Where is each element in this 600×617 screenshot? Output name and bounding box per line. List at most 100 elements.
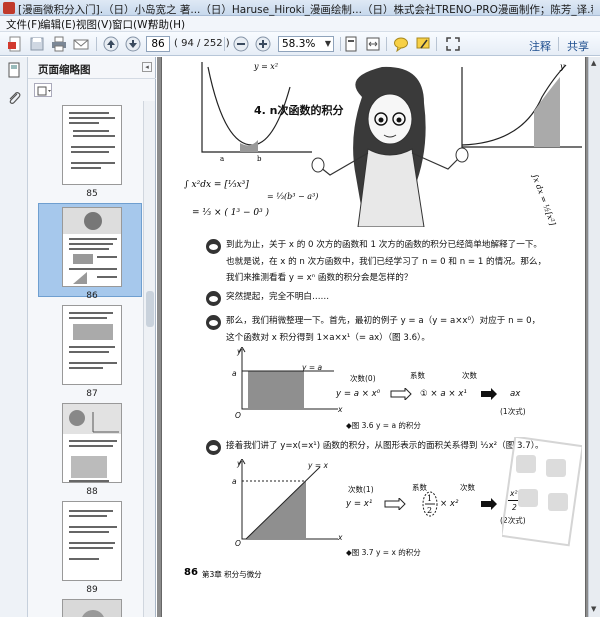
figure1-result: ax bbox=[510, 389, 521, 399]
menu-help[interactable]: 帮助(H) bbox=[148, 17, 185, 32]
zoom-value: 58.3% bbox=[282, 38, 316, 50]
menu-edit[interactable]: 编辑(E) bbox=[40, 17, 76, 32]
print-icon[interactable] bbox=[50, 35, 68, 53]
thumbnail-list: 85 86 87 88 89 bbox=[28, 101, 142, 617]
integrate-arrow-icon bbox=[384, 498, 406, 510]
zoom-out-icon[interactable] bbox=[232, 35, 250, 53]
next-page-icon[interactable] bbox=[124, 35, 142, 53]
paragraph: 突然提起，完全不明白…… bbox=[226, 292, 330, 302]
pdf-app-icon bbox=[3, 2, 15, 14]
comment-icon[interactable] bbox=[392, 35, 410, 53]
toolbar-separator bbox=[436, 37, 437, 51]
figure1-formula1: y = a × x⁰ bbox=[336, 389, 381, 399]
thumbnail-label: 87 bbox=[86, 389, 98, 399]
thumbnail-panel: 页面缩略图 ◂ 85 86 87 88 89 bbox=[28, 57, 156, 617]
toolbar-separator bbox=[224, 37, 225, 51]
document-scrollbar[interactable]: ▲ ▼ bbox=[588, 57, 600, 617]
coefficient-half-icon: 1 2 bbox=[422, 491, 438, 517]
thumbnail-page-89[interactable] bbox=[62, 501, 122, 581]
save-icon[interactable] bbox=[28, 35, 46, 53]
paragraph: 接着我们讲了 y=x(=x¹) 函数的积分，从图形表示的面积关系得到 ½x²（图… bbox=[226, 441, 544, 451]
toolbar-separator bbox=[558, 37, 559, 51]
result-arrow-icon bbox=[481, 388, 497, 400]
chapter-title: 4. n次函数的积分 bbox=[254, 104, 344, 117]
thumbnail-page-88[interactable] bbox=[62, 403, 122, 483]
scrollbar-thumb[interactable] bbox=[146, 291, 154, 327]
thumbnail-label: 88 bbox=[86, 487, 98, 497]
integrate-arrow-icon bbox=[390, 388, 412, 400]
previous-page-icon[interactable] bbox=[102, 35, 120, 53]
figure2-line-label: y = x bbox=[308, 461, 328, 470]
thumbnail-options-button[interactable] bbox=[34, 83, 52, 97]
paragraph: 也就是说，在 x 的 n 次方函数中，我们已经学习了 n = 0 和 n = 1… bbox=[226, 257, 547, 267]
document-view: a b y = x² ∫ x²dx = [⅓x³] = ⅓(b³ − a³) =… bbox=[157, 57, 600, 617]
navigation-strip bbox=[0, 57, 28, 617]
thumbnail-page-87[interactable] bbox=[62, 305, 122, 385]
create-pdf-icon[interactable] bbox=[6, 35, 24, 53]
thumbnail-page-90[interactable] bbox=[62, 599, 122, 617]
figure1-axis-y: y bbox=[237, 347, 242, 356]
page-footer-chapter: 第3章 积分与微分 bbox=[202, 570, 262, 579]
figure2-a-label: a bbox=[232, 477, 237, 486]
figure-3-7-graph bbox=[238, 459, 338, 540]
thumbnail-page-86[interactable] bbox=[62, 207, 122, 287]
window-title: [漫画微积分入门].（日）小岛宽之 著...（日）Haruse_Hiroki_漫… bbox=[18, 4, 593, 16]
zoom-in-icon[interactable] bbox=[254, 35, 272, 53]
svg-text:y = x²: y = x² bbox=[253, 62, 278, 71]
page-count: ( 94 / 252 ) bbox=[174, 38, 230, 49]
manga-illustration: a b y = x² ∫ x²dx = [⅓x³] = ⅓(b³ − a³) =… bbox=[184, 62, 582, 227]
character-avatar bbox=[206, 291, 221, 306]
menu-view[interactable]: 视图(V) bbox=[76, 17, 112, 32]
thumbnail-page-85[interactable] bbox=[62, 105, 122, 185]
panel-header: 页面缩略图 ◂ bbox=[28, 57, 156, 79]
page-footer-number: 86 bbox=[184, 567, 198, 578]
character-avatar bbox=[206, 239, 221, 254]
thumbnail-scrollbar[interactable] bbox=[143, 101, 155, 617]
thumbnail-label: 86 bbox=[86, 291, 98, 301]
page-thumbnails-icon[interactable] bbox=[5, 61, 23, 79]
figure2-formula2: × x² bbox=[440, 499, 459, 509]
collapse-panel-button[interactable]: ◂ bbox=[142, 62, 152, 72]
fit-page-icon[interactable] bbox=[342, 35, 360, 53]
paragraph: 我们来推测看看 y = xⁿ 函数的积分会是怎样的？ bbox=[226, 273, 413, 283]
figure1-origin: O bbox=[235, 411, 241, 420]
share-button[interactable]: 共享 bbox=[567, 38, 589, 54]
figure2-degree-label2: 次数 bbox=[460, 483, 475, 492]
paragraph: 那么，我们稍微整理一下。首先，最初的例子 y = a（y = a×x⁰）对应于 … bbox=[226, 316, 541, 326]
svg-text:2: 2 bbox=[427, 506, 432, 515]
figure2-degree-label: 次数(1) bbox=[348, 485, 374, 494]
figure2-formula1: y = x¹ bbox=[346, 499, 373, 509]
zoom-select[interactable]: 58.3% ▼ bbox=[278, 36, 334, 52]
paragraph: 这个函数对 x 积分得到 1×a×x¹（= ax）（图 3.6）。 bbox=[226, 333, 430, 343]
scroll-down-icon[interactable]: ▼ bbox=[591, 605, 596, 613]
pdf-page[interactable]: a b y = x² ∫ x²dx = [⅓x³] = ⅓(b³ − a³) =… bbox=[161, 57, 586, 617]
fullscreen-icon[interactable] bbox=[444, 35, 462, 53]
figure1-line-label: y = a bbox=[302, 363, 323, 372]
svg-text:1: 1 bbox=[427, 494, 432, 503]
svg-text:∫x dx = ½[x²]: ∫x dx = ½[x²] bbox=[530, 173, 557, 227]
page-number-input[interactable]: 86 bbox=[146, 36, 170, 52]
figure1-degree-label2: 次数 bbox=[462, 371, 477, 380]
annotate-button[interactable]: 注释 bbox=[529, 38, 551, 54]
figure1-caption: ◆图 3.6 y = a 的积分 bbox=[346, 421, 421, 430]
figure1-formula2: ① × a × x¹ bbox=[420, 389, 467, 399]
attachment-icon[interactable] bbox=[5, 89, 23, 107]
fit-width-icon[interactable] bbox=[364, 35, 382, 53]
chevron-down-icon: ▼ bbox=[324, 39, 331, 48]
scroll-up-icon[interactable]: ▲ bbox=[591, 59, 596, 67]
toolbar-separator bbox=[96, 37, 97, 51]
svg-text:a: a bbox=[220, 155, 224, 163]
toolbar-separator bbox=[386, 37, 387, 51]
menu-window[interactable]: 窗口(W) bbox=[112, 17, 152, 32]
svg-text:b: b bbox=[257, 155, 262, 163]
figure2-origin: O bbox=[235, 539, 241, 548]
email-icon[interactable] bbox=[72, 35, 90, 53]
watermark-stamp bbox=[502, 437, 582, 547]
figure1-axis-x: x bbox=[338, 405, 343, 414]
figure1-a-label: a bbox=[232, 369, 237, 378]
figure2-axis-y: y bbox=[237, 459, 242, 468]
figure1-result-note: (1次式) bbox=[500, 407, 526, 416]
menu-file[interactable]: 文件(F) bbox=[6, 17, 41, 32]
highlight-icon[interactable] bbox=[414, 35, 432, 53]
paragraph: 到此为止，关于 x 的 0 次方的函数和 1 次方的函数的积分已经简单地解释了一… bbox=[226, 240, 543, 250]
